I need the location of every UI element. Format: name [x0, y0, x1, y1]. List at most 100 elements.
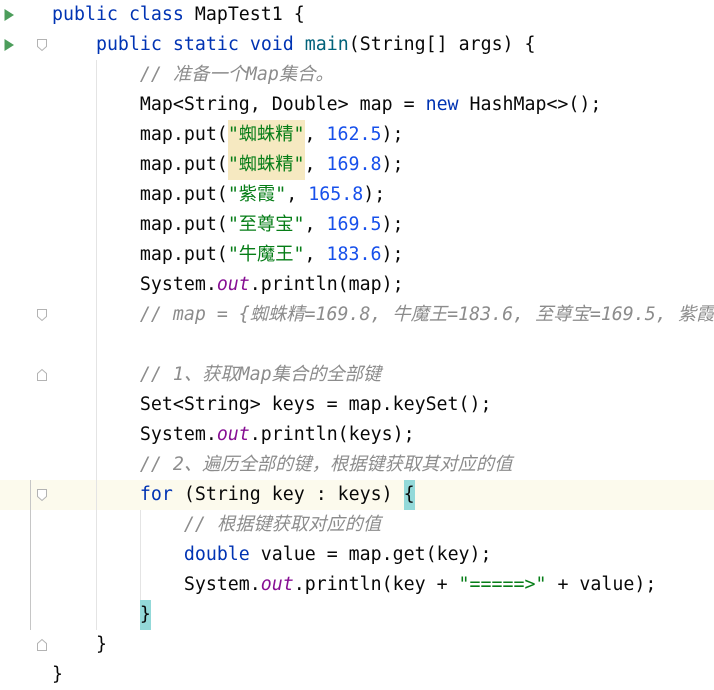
code-text: .println(map); — [249, 274, 404, 295]
gutter-row — [0, 210, 48, 240]
keyword-token: void — [249, 34, 294, 55]
number-token: 169.8 — [326, 154, 382, 175]
code-line[interactable]: System.out.println(keys); — [48, 420, 714, 450]
code-text: } — [139, 604, 151, 625]
code-line[interactable]: // 2、遍历全部的键，根据键获取其对应的值 — [48, 450, 714, 480]
code-text: , — [304, 214, 327, 235]
code-text: map.put( — [52, 214, 228, 235]
code-text: (String[] args) { — [348, 34, 536, 55]
code-line-current[interactable]: for (String key : keys) { — [48, 480, 714, 510]
code-line[interactable]: map.put("牛魔王", 183.6); — [48, 240, 714, 270]
gutter-row — [0, 60, 48, 90]
code-text: HashMap<>(); — [458, 94, 602, 115]
fold-end-icon[interactable] — [36, 638, 48, 652]
gutter-row — [0, 390, 48, 420]
code-area[interactable]: public class MapTest1 { public static vo… — [48, 0, 714, 690]
code-line[interactable]: } — [48, 660, 714, 690]
code-text: value = map.get(key); — [249, 544, 492, 565]
code-text: MapTest1 { — [183, 4, 305, 25]
static-field-token: out — [216, 274, 250, 295]
number-token: 183.6 — [326, 244, 382, 265]
code-line[interactable] — [48, 330, 714, 360]
gutter-row — [0, 120, 48, 150]
code-text: System. — [52, 274, 217, 295]
keyword-token: static — [172, 34, 239, 55]
comment-token: // 根据键获取对应的值 — [183, 514, 382, 535]
code-text: map.put( — [52, 154, 228, 175]
gutter-row — [0, 330, 48, 360]
code-line[interactable]: } — [48, 630, 714, 660]
static-field-token: out — [260, 574, 294, 595]
code-line[interactable]: System.out.println(key + "=====>" + valu… — [48, 570, 714, 600]
code-text: ); — [381, 214, 404, 235]
run-icon[interactable] — [3, 38, 15, 52]
code-line[interactable]: map.put("至尊宝", 169.5); — [48, 210, 714, 240]
string-token: "蜘蛛精" — [227, 154, 305, 175]
keyword-token: public — [95, 34, 162, 55]
code-text: , — [304, 244, 327, 265]
code-line[interactable]: Set<String> keys = map.keySet(); — [48, 390, 714, 420]
string-token: "=====>" — [458, 574, 547, 595]
static-field-token: out — [216, 424, 250, 445]
string-token: "紫霞" — [227, 184, 287, 205]
gutter-row — [0, 0, 48, 30]
duplicate-key-warning-highlight[interactable]: "蜘蛛精" — [227, 150, 305, 180]
code-line[interactable]: // 准备一个Map集合。 — [48, 60, 714, 90]
code-text: } — [52, 664, 63, 685]
duplicate-key-warning-highlight[interactable]: "蜘蛛精" — [227, 120, 305, 150]
gutter-row — [0, 30, 48, 60]
code-line[interactable]: map.put("蜘蛛精", 162.5); — [48, 120, 714, 150]
code-text: System. — [52, 424, 217, 445]
fold-end-icon[interactable] — [36, 368, 48, 382]
code-line[interactable]: map.put("蜘蛛精", 169.8); — [48, 150, 714, 180]
code-line[interactable]: double value = map.get(key); — [48, 540, 714, 570]
gutter-row — [0, 570, 48, 600]
code-text: , — [286, 184, 309, 205]
code-line[interactable]: } — [48, 600, 714, 630]
code-line[interactable]: Map<String, Double> map = new HashMap<>(… — [48, 90, 714, 120]
fold-start-icon[interactable] — [36, 308, 48, 322]
code-line[interactable]: // 1、获取Map集合的全部键 — [48, 360, 714, 390]
string-token: "蜘蛛精" — [227, 124, 305, 145]
editor-gutter — [0, 0, 48, 690]
code-text: .println(key + — [293, 574, 459, 595]
fold-start-icon[interactable] — [36, 488, 48, 502]
fold-start-icon[interactable] — [36, 38, 48, 52]
comment-token: // 1、获取Map集合的全部键 — [139, 364, 382, 385]
gutter-row — [0, 240, 48, 270]
comment-token: // 准备一个Map集合。 — [139, 64, 334, 85]
gutter-scope-line — [30, 480, 31, 630]
code-line[interactable]: public static void main(String[] args) { — [48, 30, 714, 60]
gutter-row — [0, 540, 48, 570]
code-text: map.put( — [52, 184, 228, 205]
code-text: ); — [381, 244, 404, 265]
gutter-row — [0, 150, 48, 180]
code-text: Map<String, Double> map = — [52, 94, 426, 115]
number-token: 165.8 — [308, 184, 364, 205]
comment-token: // 2、遍历全部的键，根据键获取其对应的值 — [139, 454, 513, 475]
code-text: ); — [381, 124, 404, 145]
gutter-row — [0, 300, 48, 330]
code-line[interactable]: System.out.println(map); — [48, 270, 714, 300]
string-token: "牛魔王" — [227, 244, 305, 265]
code-text: map.put( — [52, 124, 228, 145]
code-text: (String key : keys) — [172, 484, 404, 505]
run-icon[interactable] — [3, 8, 15, 22]
code-line[interactable]: map.put("紫霞", 165.8); — [48, 180, 714, 210]
gutter-row — [0, 450, 48, 480]
code-line[interactable]: // 根据键获取对应的值 — [48, 510, 714, 540]
code-editor[interactable]: public class MapTest1 { public static vo… — [0, 0, 714, 690]
code-line[interactable]: public class MapTest1 { — [48, 0, 714, 30]
code-line[interactable]: // map = {蜘蛛精=169.8, 牛魔王=183.6, 至尊宝=169.… — [48, 300, 714, 330]
gutter-row — [0, 90, 48, 120]
